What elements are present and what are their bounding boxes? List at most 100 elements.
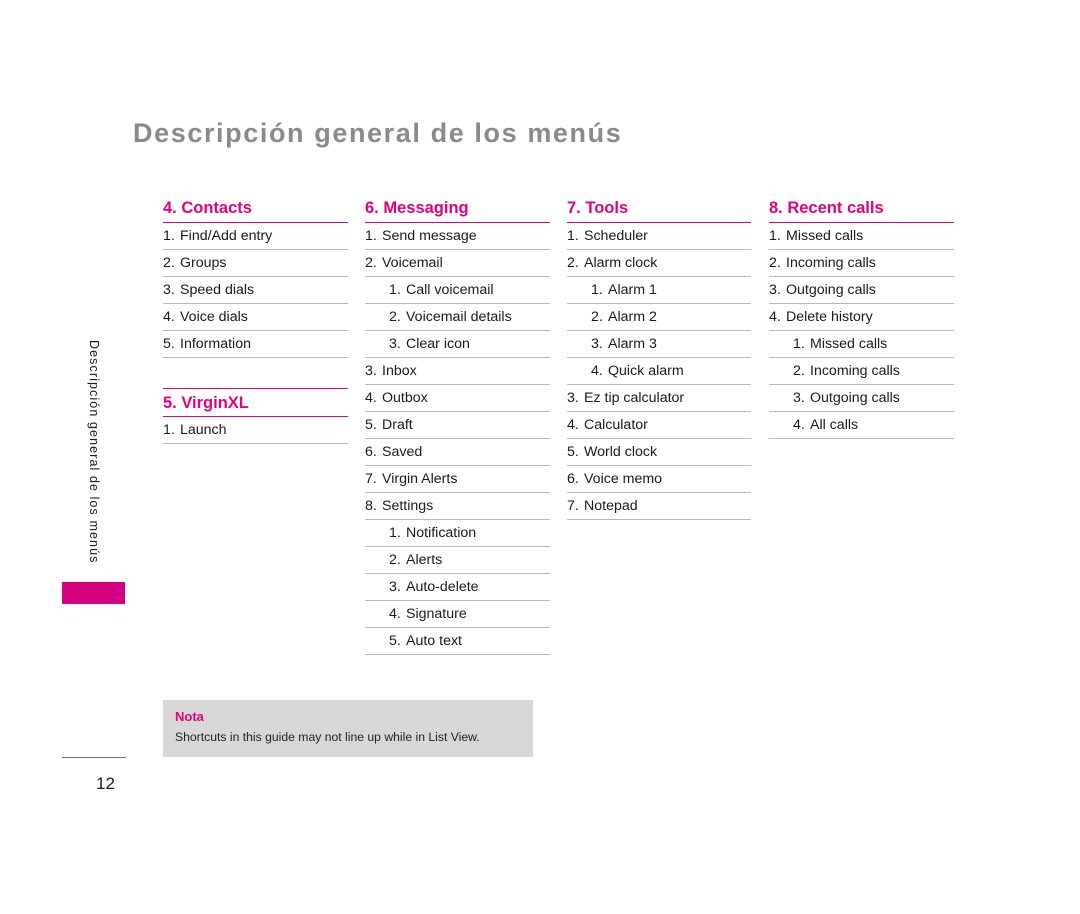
menu-section: 4. Contacts 1. Find/Add entry 2. Groups 3. Spe… bbox=[163, 198, 348, 358]
menu-item-label: Missed calls bbox=[810, 335, 888, 352]
menu-item-label: Saved bbox=[382, 443, 423, 460]
menu-item[interactable]: 4. Outbox bbox=[365, 385, 550, 412]
menu-item[interactable]: 5. Information bbox=[163, 331, 348, 358]
menu-item-label: Signature bbox=[406, 605, 467, 622]
menu-item[interactable]: 1. Missed calls bbox=[769, 331, 954, 358]
menu-item-label: Delete history bbox=[786, 308, 873, 325]
menu-item-label: Voicemail details bbox=[406, 308, 512, 325]
menu-item-label: Inbox bbox=[382, 362, 417, 379]
menu-column-2: 6. Messaging 1. Send message 2. Voicemail 1. C… bbox=[365, 198, 550, 655]
menu-item-number: 2. bbox=[389, 308, 401, 325]
menu-item-number: 6. bbox=[567, 470, 579, 487]
menu-item-number: 4. bbox=[769, 308, 781, 325]
menu-item[interactable]: 6. Saved bbox=[365, 439, 550, 466]
menu-item-number: 3. bbox=[389, 335, 401, 352]
menu-item-number: 4. bbox=[793, 416, 805, 433]
menu-item[interactable]: 3. Speed dials bbox=[163, 277, 348, 304]
menu-item-label: Missed calls bbox=[786, 227, 864, 244]
menu-item-label: Draft bbox=[382, 416, 413, 433]
menu-item[interactable]: 5. Auto text bbox=[365, 628, 550, 655]
menu-item-number: 4. bbox=[591, 362, 603, 379]
menu-item[interactable]: 1. Missed calls bbox=[769, 223, 954, 250]
menu-item[interactable]: 2. Incoming calls bbox=[769, 358, 954, 385]
menu-column-1: 4. Contacts 1. Find/Add entry 2. Groups 3. Spe… bbox=[163, 198, 348, 445]
menu-item-label: Quick alarm bbox=[608, 362, 684, 379]
nota-body: Shortcuts in this guide may not line up … bbox=[175, 729, 480, 744]
menu-item[interactable]: 4. Delete history bbox=[769, 304, 954, 331]
menu-item[interactable]: 1. Send message bbox=[365, 223, 550, 250]
menu-item[interactable]: 1. Call voicemail bbox=[365, 277, 550, 304]
menu-section-heading[interactable]: 5. VirginXL bbox=[163, 387, 348, 418]
menu-item-label: Voicemail bbox=[382, 254, 443, 271]
menu-item[interactable]: 6. Voice memo bbox=[567, 466, 751, 493]
menu-section-heading[interactable]: 7. Tools bbox=[567, 198, 751, 223]
menu-item[interactable]: 7. Notepad bbox=[567, 493, 751, 520]
menu-item[interactable]: 3. Ez tip calculator bbox=[567, 385, 751, 412]
menu-item-number: 4. bbox=[389, 605, 401, 622]
menu-item[interactable]: 3. Alarm 3 bbox=[567, 331, 751, 358]
menu-item-number: 5. bbox=[163, 335, 175, 352]
menu-item[interactable]: 5. Draft bbox=[365, 412, 550, 439]
menu-item-label: Alerts bbox=[406, 551, 443, 568]
menu-item-list: 1. Find/Add entry 2. Groups 3. Speed dials 4. V… bbox=[163, 223, 348, 358]
menu-item[interactable]: 5. World clock bbox=[567, 439, 751, 466]
menu-item[interactable]: 4. Quick alarm bbox=[567, 358, 751, 385]
menu-item[interactable]: 2. Alerts bbox=[365, 547, 550, 574]
menu-item[interactable]: 3. Outgoing calls bbox=[769, 385, 954, 412]
menu-item-label: Call voicemail bbox=[406, 281, 494, 298]
menu-section-heading[interactable]: 8. Recent calls bbox=[769, 198, 954, 223]
menu-item[interactable]: 4. Voice dials bbox=[163, 304, 348, 331]
menu-item[interactable]: 1. Launch bbox=[163, 417, 348, 445]
page-number: 12 bbox=[96, 774, 115, 793]
nota-box: Nota Shortcuts in this guide may not lin… bbox=[163, 700, 533, 757]
menu-item-number: 5. bbox=[567, 443, 579, 460]
menu-item[interactable]: 2. Groups bbox=[163, 250, 348, 277]
menu-item-label: Auto text bbox=[406, 632, 462, 649]
menu-item[interactable]: 4. Signature bbox=[365, 601, 550, 628]
menu-item[interactable]: 4. Calculator bbox=[567, 412, 751, 439]
menu-item-label: Outgoing calls bbox=[810, 389, 900, 406]
menu-item-number: 3. bbox=[769, 281, 781, 298]
menu-item[interactable]: 3. Outgoing calls bbox=[769, 277, 954, 304]
menu-item[interactable]: 2. Voicemail bbox=[365, 250, 550, 277]
menu-item-label: Information bbox=[180, 335, 251, 352]
menu-item[interactable]: 3. Clear icon bbox=[365, 331, 550, 358]
menu-item[interactable]: 7. Virgin Alerts bbox=[365, 466, 550, 493]
page-title: Descripción general de los menús bbox=[133, 118, 623, 148]
menu-item-label: All calls bbox=[810, 416, 859, 433]
menu-item-label: Groups bbox=[180, 254, 227, 271]
menu-item[interactable]: 2. Voicemail details bbox=[365, 304, 550, 331]
menu-item[interactable]: 4. All calls bbox=[769, 412, 954, 439]
menu-item[interactable]: 2. Alarm 2 bbox=[567, 304, 751, 331]
menu-item-number: 1. bbox=[163, 227, 175, 244]
menu-item-number: 4. bbox=[567, 416, 579, 433]
menu-item[interactable]: 3. Auto-delete bbox=[365, 574, 550, 601]
menu-section: 8. Recent calls 1. Missed calls 2. Incoming … bbox=[769, 198, 954, 439]
menu-item-number: 2. bbox=[163, 254, 175, 271]
menu-item[interactable]: 2. Incoming calls bbox=[769, 250, 954, 277]
menu-item[interactable]: 1. Find/Add entry bbox=[163, 223, 348, 250]
menu-item-label: Incoming calls bbox=[810, 362, 900, 379]
menu-item-label: Incoming calls bbox=[786, 254, 876, 271]
menu-item-number: 3. bbox=[567, 389, 579, 406]
menu-item[interactable]: 3. Inbox bbox=[365, 358, 550, 385]
menu-item-label: Ez tip calculator bbox=[584, 389, 685, 406]
menu-item-label: Launch bbox=[180, 422, 227, 439]
menu-item[interactable]: 2. Alarm clock bbox=[567, 250, 751, 277]
menu-item[interactable]: 1. Notification bbox=[365, 520, 550, 547]
menu-item-number: 8. bbox=[365, 497, 377, 514]
menu-item-list: 1. Missed calls 2. Incoming calls 3. Outgoing… bbox=[769, 223, 954, 439]
menu-item-number: 3. bbox=[163, 281, 175, 298]
menu-item-label: Notification bbox=[406, 524, 477, 541]
menu-item[interactable]: 8. Settings bbox=[365, 493, 550, 520]
menu-item[interactable]: 1. Scheduler bbox=[567, 223, 751, 250]
menu-item-label: Clear icon bbox=[406, 335, 470, 352]
menu-item[interactable]: 1. Alarm 1 bbox=[567, 277, 751, 304]
menu-item-number: 1. bbox=[365, 227, 377, 244]
menu-section-heading[interactable]: 4. Contacts bbox=[163, 198, 348, 223]
menu-item-label: Virgin Alerts bbox=[382, 470, 458, 487]
menu-section-heading[interactable]: 6. Messaging bbox=[365, 198, 550, 223]
menu-item-number: 7. bbox=[365, 470, 377, 487]
menu-section: 7. Tools 1. Scheduler 2. Alarm clock 1. Alarm … bbox=[567, 198, 751, 520]
menu-item-number: 2. bbox=[389, 551, 401, 568]
